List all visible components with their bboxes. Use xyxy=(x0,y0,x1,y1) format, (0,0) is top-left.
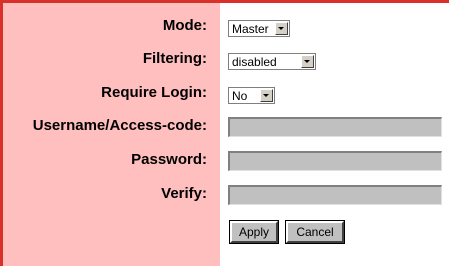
mode-label: Mode: xyxy=(162,17,207,34)
require-login-select[interactable]: No xyxy=(228,87,275,104)
chevron-down-icon[interactable] xyxy=(260,89,273,102)
password-label: Password: xyxy=(131,151,207,168)
filtering-select[interactable]: disabled xyxy=(228,53,316,70)
require-login-label: Require Login: xyxy=(101,84,207,101)
label-column xyxy=(3,3,220,266)
chevron-down-icon[interactable] xyxy=(275,22,288,35)
mode-select-value: Master xyxy=(232,21,269,36)
mode-select[interactable]: Master xyxy=(228,20,290,37)
cancel-button[interactable]: Cancel xyxy=(285,220,345,244)
chevron-down-icon[interactable] xyxy=(301,55,314,68)
password-field[interactable] xyxy=(228,151,442,171)
require-login-select-value: No xyxy=(232,88,248,103)
verify-field[interactable] xyxy=(228,185,442,205)
filtering-label: Filtering: xyxy=(142,50,207,67)
verify-label: Verify: xyxy=(161,185,207,202)
username-field[interactable] xyxy=(228,117,442,137)
filtering-select-value: disabled xyxy=(232,54,277,69)
username-label: Username/Access-code: xyxy=(32,117,207,134)
apply-button[interactable]: Apply xyxy=(229,220,279,244)
